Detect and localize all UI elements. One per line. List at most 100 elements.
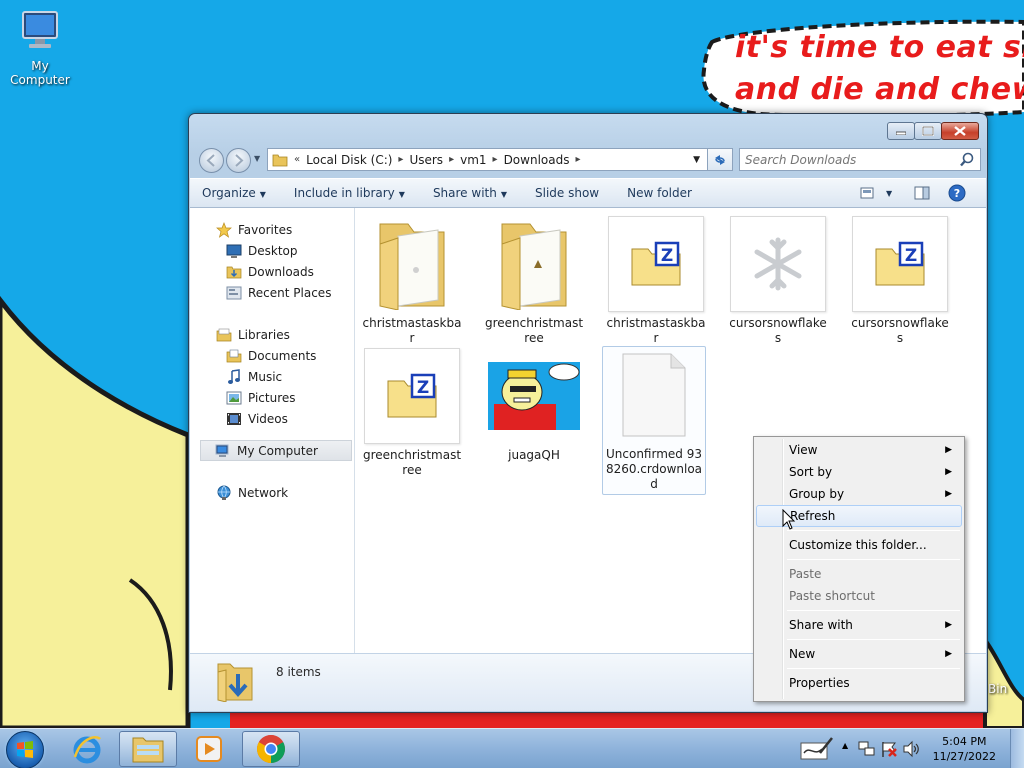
nav-downloads[interactable]: Downloads bbox=[190, 261, 354, 282]
address-history-dropdown[interactable]: ▼ bbox=[693, 155, 700, 165]
network-status-icon[interactable] bbox=[858, 740, 876, 758]
breadcrumb-chevron-icon[interactable]: ▸ bbox=[398, 154, 403, 165]
show-desktop-button[interactable] bbox=[1010, 729, 1024, 768]
breadcrumb-vm1[interactable]: vm1 bbox=[460, 153, 486, 167]
preview-pane-button[interactable] bbox=[914, 186, 930, 203]
nav-libraries[interactable]: Libraries bbox=[190, 324, 354, 345]
recent-pages-dropdown[interactable]: ▼ bbox=[254, 154, 260, 163]
nav-music[interactable]: Music bbox=[190, 366, 354, 387]
file-item[interactable]: juagaQH bbox=[482, 348, 586, 463]
menu-item-paste-shortcut[interactable]: Paste shortcut bbox=[756, 585, 962, 607]
organize-menu[interactable]: Organize ▼ bbox=[202, 186, 266, 200]
view-dropdown-arrow-icon[interactable]: ▼ bbox=[886, 189, 892, 198]
archive-thumbnail: Z bbox=[608, 216, 704, 312]
action-center-flag-icon[interactable] bbox=[880, 740, 898, 758]
nav-favorites[interactable]: Favorites bbox=[190, 219, 354, 240]
folder-icon bbox=[272, 154, 288, 166]
cartoon-shorts bbox=[230, 712, 990, 728]
file-item[interactable]: cursorsnowflakes bbox=[726, 216, 830, 346]
volume-icon[interactable] bbox=[902, 740, 920, 758]
file-item[interactable]: Z christmastaskbar bbox=[604, 216, 708, 346]
file-item[interactable]: christmastaskbar bbox=[360, 216, 464, 346]
view-icon bbox=[860, 187, 874, 199]
windows-logo-icon bbox=[17, 741, 33, 758]
menu-item-properties[interactable]: Properties bbox=[756, 672, 962, 694]
file-item[interactable]: greenchristmastree bbox=[482, 216, 586, 346]
zip-archive-icon: Z bbox=[875, 241, 925, 286]
taskbar-media-player[interactable] bbox=[180, 731, 238, 767]
media-player-icon bbox=[196, 736, 222, 762]
taskbar: ▲ 5:04 PM 11/27/2022 bbox=[0, 728, 1024, 768]
close-icon bbox=[954, 126, 966, 136]
system-clock[interactable]: 5:04 PM 11/27/2022 bbox=[933, 734, 996, 764]
menu-item-view[interactable]: View ▶ bbox=[756, 439, 962, 461]
search-input[interactable] bbox=[740, 152, 958, 167]
refresh-button[interactable] bbox=[707, 148, 733, 171]
taskbar-google-chrome[interactable] bbox=[242, 731, 300, 767]
close-button[interactable] bbox=[941, 122, 979, 140]
share-with-label: Share with bbox=[432, 186, 497, 200]
nav-my-computer[interactable]: My Computer bbox=[200, 440, 352, 461]
breadcrumb-chevron-icon[interactable]: ▸ bbox=[449, 154, 454, 165]
share-with-menu[interactable]: Share with ▼ bbox=[433, 186, 507, 200]
desktop-icon-my-computer[interactable]: My Computer bbox=[0, 8, 80, 87]
slide-show-button[interactable]: Slide show bbox=[535, 186, 599, 200]
menu-item-customize-folder[interactable]: Customize this folder... bbox=[756, 534, 962, 556]
search-icon[interactable] bbox=[958, 152, 976, 168]
address-bar[interactable]: « Local Disk (C:) ▸ Users ▸ vm1 ▸ Downlo… bbox=[267, 148, 733, 171]
maximize-button[interactable] bbox=[914, 122, 942, 140]
preview-pane-icon bbox=[914, 186, 930, 200]
breadcrumb-overflow[interactable]: « bbox=[294, 154, 300, 165]
minimize-button[interactable] bbox=[887, 122, 915, 140]
music-note-icon bbox=[228, 368, 240, 384]
include-in-library-menu[interactable]: Include in library ▼ bbox=[294, 186, 405, 200]
change-view-button[interactable]: ▼ bbox=[860, 186, 892, 200]
file-item[interactable]: Z greenchristmastree bbox=[360, 348, 464, 478]
menu-item-sort-by[interactable]: Sort by ▶ bbox=[756, 461, 962, 483]
show-hidden-icons-button[interactable]: ▲ bbox=[842, 741, 848, 750]
menu-item-share-with-label: Share with bbox=[789, 618, 853, 632]
clock-date: 11/27/2022 bbox=[932, 750, 996, 763]
breadcrumb-chevron-icon[interactable]: ▸ bbox=[575, 154, 580, 165]
folder-thumbnail bbox=[364, 216, 460, 312]
search-box[interactable] bbox=[739, 148, 981, 171]
menu-item-new[interactable]: New ▶ bbox=[756, 643, 962, 665]
menu-item-paste[interactable]: Paste bbox=[756, 563, 962, 585]
breadcrumb-chevron-icon[interactable]: ▸ bbox=[493, 154, 498, 165]
menu-item-share-with[interactable]: Share with ▶ bbox=[756, 614, 962, 636]
nav-pictures[interactable]: Pictures bbox=[190, 387, 354, 408]
folder-icon bbox=[501, 223, 567, 310]
cartoon-body bbox=[0, 295, 191, 728]
back-button[interactable] bbox=[199, 148, 224, 173]
forward-button[interactable] bbox=[226, 148, 251, 173]
desktop-icon bbox=[226, 244, 242, 258]
snowflake-icon bbox=[754, 237, 802, 291]
new-folder-button[interactable]: New folder bbox=[627, 186, 692, 200]
nav-videos[interactable]: Videos bbox=[190, 408, 354, 429]
nav-documents[interactable]: Documents bbox=[190, 345, 354, 366]
taskbar-internet-explorer[interactable] bbox=[58, 731, 116, 767]
taskbar-windows-explorer[interactable] bbox=[119, 731, 177, 767]
breadcrumb-downloads[interactable]: Downloads bbox=[504, 153, 570, 167]
nav-my-computer-label: My Computer bbox=[237, 443, 318, 458]
file-item[interactable]: Z cursorsnowflakes bbox=[848, 216, 952, 346]
submenu-arrow-icon: ▶ bbox=[945, 489, 952, 499]
start-button[interactable] bbox=[6, 731, 44, 768]
file-name: greenchristmastree bbox=[362, 448, 462, 477]
recycle-bin-label-fragment[interactable]: Bin bbox=[988, 682, 1007, 696]
nav-network[interactable]: Network bbox=[190, 482, 354, 503]
pen-input-icon[interactable] bbox=[800, 735, 834, 761]
nav-recent-places-label: Recent Places bbox=[248, 285, 332, 300]
nav-recent-places[interactable]: Recent Places bbox=[190, 282, 354, 303]
svg-text:Z: Z bbox=[417, 378, 429, 398]
nav-desktop[interactable]: Desktop bbox=[190, 240, 354, 261]
file-name: juagaQH bbox=[508, 448, 560, 462]
menu-item-group-by[interactable]: Group by ▶ bbox=[756, 483, 962, 505]
recent-places-icon bbox=[226, 286, 242, 299]
file-item-selected[interactable]: Unconfirmed 938260.crdownload bbox=[602, 346, 706, 495]
help-button[interactable]: ? bbox=[948, 184, 966, 205]
refresh-icon bbox=[715, 154, 725, 165]
breadcrumb-local-disk[interactable]: Local Disk (C:) bbox=[306, 153, 392, 167]
document-thumbnail bbox=[606, 347, 702, 443]
breadcrumb-users[interactable]: Users bbox=[409, 153, 443, 167]
